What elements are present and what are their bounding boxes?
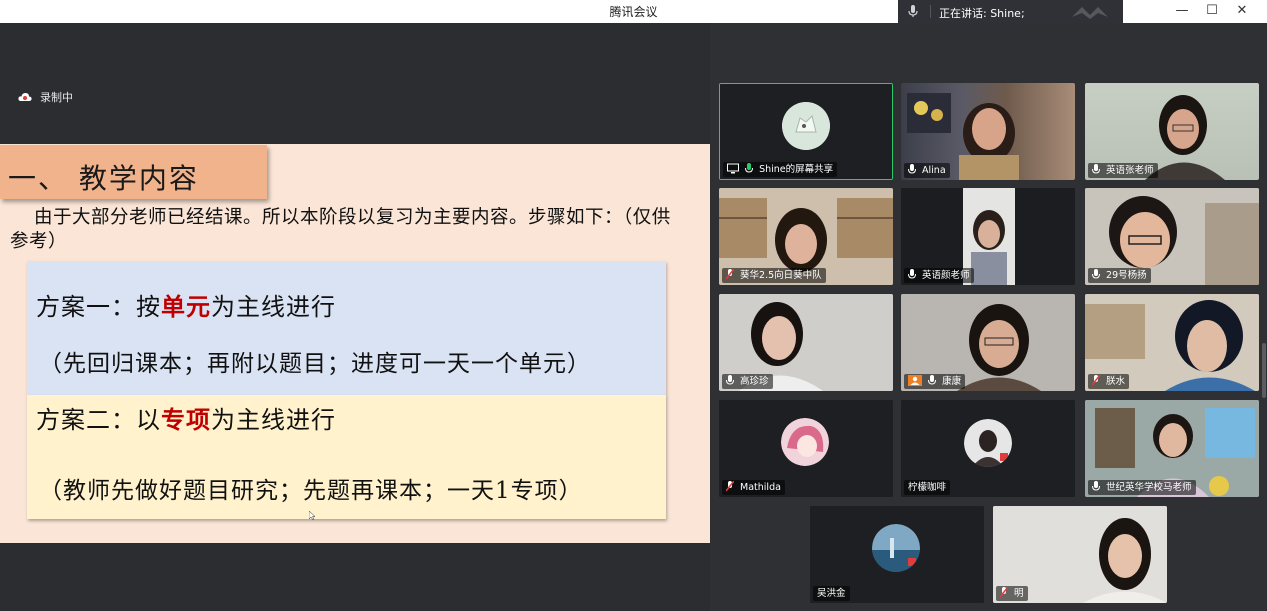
recording-label: 录制中 (40, 91, 73, 104)
participant-tile-kangkang[interactable]: 康康 (901, 294, 1075, 391)
slide-intro: 由于大部分老师已经结课。所以本阶段以复习为主要内容。步骤如下：（仅供参考） (10, 207, 671, 252)
plan-two-heading: 方案二：以专项为主线进行 (36, 400, 336, 435)
participant-name: 明 (1014, 588, 1024, 599)
mic-muted-icon (1092, 375, 1100, 386)
participant-label: 英语张老师 (1088, 163, 1158, 178)
participant-name: Mathilda (740, 482, 781, 493)
participant-tile-ma[interactable]: 世纪英华学校马老师 (1085, 400, 1259, 497)
mic-icon (928, 375, 937, 385)
participant-label: 康康 (904, 374, 966, 389)
participant-tile-wu[interactable]: 吴洪金 (810, 506, 984, 603)
presentation-slide: 一、 教学内容 由于大部分老师已经结课。所以本阶段以复习为主要内容。步骤如下：（… (0, 144, 710, 543)
plan-one-note: （先回归课本；再附以题目；进度可一天一个单元） (39, 351, 591, 377)
mic-icon (1092, 481, 1100, 491)
speaking-indicator: 正在讲话: Shine; (898, 0, 1123, 23)
cloud-record-icon (18, 93, 32, 101)
participant-label: Shine的屏幕共享 (723, 162, 838, 177)
participant-tile-screen-share[interactable]: Shine的屏幕共享 (719, 83, 893, 180)
participant-name: 高珍珍 (740, 376, 769, 387)
app-logo-icon (1072, 7, 1108, 19)
slide-title-box: 一、 教学内容 (0, 145, 267, 199)
recording-indicator[interactable]: 录制中 (18, 89, 73, 105)
participant-name: 世纪英华学校马老师 (1106, 482, 1192, 493)
mouse-cursor-icon (309, 511, 315, 520)
participant-name: 英语颜老师 (922, 270, 970, 281)
plan-two-suffix: 为主线进行 (211, 406, 336, 434)
avatar (964, 419, 1012, 467)
participant-name: 柠檬咖啡 (908, 482, 947, 493)
mic-icon (1092, 269, 1100, 279)
participant-name: 康康 (942, 376, 962, 387)
participant-tile-zhang[interactable]: 英语张老师 (1085, 83, 1259, 180)
plan-one-box: 方案一：按单元为主线进行 （先回归课本；再附以题目；进度可一天一个单元） (27, 261, 666, 395)
mic-icon (908, 164, 916, 174)
participant-name: Alina (922, 165, 946, 176)
mic-icon (726, 375, 734, 385)
plan-one-suffix: 为主线进行 (211, 293, 336, 321)
participant-name: 葵华2.5向日葵中队 (740, 270, 822, 281)
participant-label: 柠檬咖啡 (904, 480, 951, 495)
avatar (872, 524, 920, 572)
participant-label: Alina (904, 163, 950, 178)
participant-tile-ming[interactable]: 明 (993, 506, 1167, 603)
participant-name: 29号杨扬 (1106, 270, 1147, 281)
window-controls: — ☐ ✕ (1167, 0, 1267, 23)
participant-label: 29号杨扬 (1088, 268, 1151, 283)
participant-name: 英语张老师 (1106, 165, 1154, 176)
participant-tile-zhenshui[interactable]: 朕水 (1085, 294, 1259, 391)
participant-name: Shine的屏幕共享 (759, 164, 834, 175)
participant-tile-yan[interactable]: 英语颜老师 (901, 188, 1075, 285)
participant-tile-ningmeng[interactable]: 柠檬咖啡 (901, 400, 1075, 497)
title-bar: 腾讯会议 正在讲话: Shine; — ☐ ✕ (0, 0, 1267, 23)
minimize-button[interactable]: — (1171, 1, 1193, 21)
participant-tile-alina[interactable]: Alina (901, 83, 1075, 180)
plan-one-prefix: 方案一：按 (36, 293, 161, 321)
screen-share-icon (727, 163, 739, 174)
host-icon (908, 375, 922, 386)
participant-tile-kuihua[interactable]: 葵华2.5向日葵中队 (719, 188, 893, 285)
mic-icon (1092, 164, 1100, 174)
mic-muted-icon (1000, 587, 1008, 598)
participant-tile-gao[interactable]: 高珍珍 (719, 294, 893, 391)
plan-two-box: 方案二：以专项为主线进行 （教师先做好题目研究；先题再课本；一天1专项） (27, 395, 666, 519)
participant-name: 吴洪金 (817, 588, 846, 599)
plan-two-highlight: 专项 (161, 405, 211, 434)
participant-label: 世纪英华学校马老师 (1088, 480, 1196, 495)
plan-one-highlight: 单元 (161, 292, 211, 321)
plan-two-note: （教师先做好题目研究；先题再课本；一天1专项） (39, 478, 583, 504)
participant-label: 吴洪金 (813, 586, 850, 601)
participant-label: 英语颜老师 (904, 268, 974, 283)
participant-label: 葵华2.5向日葵中队 (722, 268, 826, 283)
plan-one-heading: 方案一：按单元为主线进行 (36, 287, 336, 322)
avatar (781, 418, 829, 466)
mic-icon (908, 269, 916, 279)
participant-name: 朕水 (1106, 376, 1126, 387)
maximize-button[interactable]: ☐ (1201, 1, 1223, 21)
participant-tile-mathilda[interactable]: Mathilda (719, 400, 893, 497)
participant-tile-yangyang[interactable]: 29号杨扬 (1085, 188, 1259, 285)
plan-two-prefix: 方案二：以 (36, 406, 161, 434)
participant-label: 朕水 (1088, 374, 1130, 389)
video-panel-scrollbar[interactable] (1262, 343, 1266, 398)
speaking-text: 正在讲话: Shine; (939, 7, 1025, 20)
participant-label: Mathilda (722, 480, 785, 495)
mic-active-icon (745, 163, 754, 173)
mic-muted-icon (726, 269, 734, 280)
mic-icon (908, 5, 918, 17)
participant-label: 明 (996, 586, 1028, 601)
slide-title: 一、 教学内容 (8, 162, 199, 195)
close-button[interactable]: ✕ (1231, 1, 1253, 21)
participant-label: 高珍珍 (722, 374, 773, 389)
avatar (782, 102, 830, 150)
divider (930, 5, 931, 18)
mic-muted-icon (726, 481, 734, 492)
